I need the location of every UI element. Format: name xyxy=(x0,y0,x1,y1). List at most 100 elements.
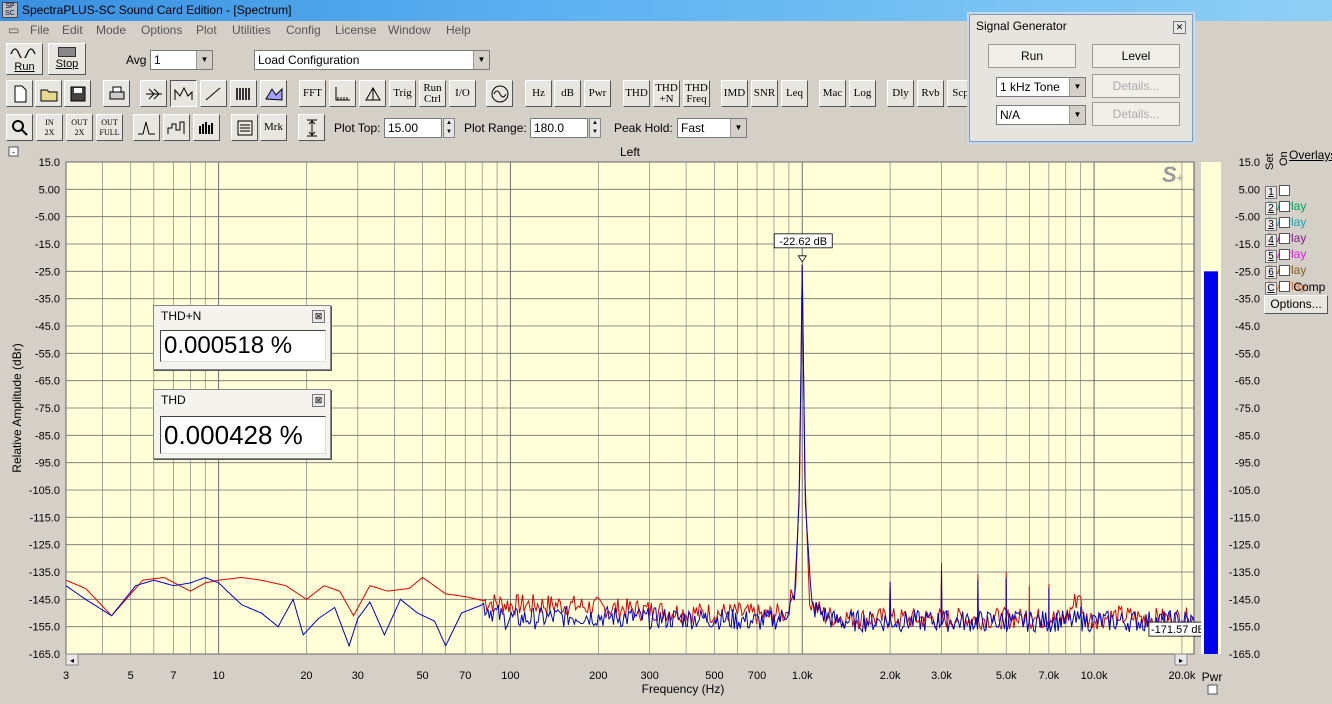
run-button[interactable]: Run xyxy=(6,43,43,75)
log-button[interactable]: Log xyxy=(849,80,876,107)
x-tick-label: 200 xyxy=(589,670,607,682)
overlay-checkbox[interactable] xyxy=(1279,217,1290,228)
y-tick-label: -105.0 xyxy=(29,485,60,497)
vertical-scale-icon[interactable] xyxy=(298,114,325,141)
delay-button[interactable]: Dly xyxy=(887,80,914,107)
list-view-icon[interactable] xyxy=(231,114,258,141)
menu-config[interactable]: Config xyxy=(286,23,321,37)
close-icon[interactable]: ✕ xyxy=(1173,21,1186,34)
overlay-set-button[interactable]: 5 xyxy=(1265,250,1277,263)
signal-generator-title: Signal Generator xyxy=(976,19,1067,33)
overlay-row-2[interactable]: 2 Overlay xyxy=(1265,200,1332,229)
spectrum-view: - 15.0 5.00 -5.00 -15.0 -25.0 -35.0 -45.0 -55.0… xyxy=(0,144,1332,704)
pwr-collapse-box[interactable] xyxy=(1207,684,1218,695)
pwr-button[interactable]: Pwr xyxy=(584,80,611,107)
open-folder-icon[interactable] xyxy=(35,80,62,107)
zoom-out-2x-button[interactable]: OUT 2X xyxy=(66,114,93,141)
overlay-checkbox[interactable] xyxy=(1279,185,1290,196)
spectrum-mode-icon[interactable] xyxy=(170,80,197,107)
save-disk-icon[interactable] xyxy=(64,80,91,107)
menu-license[interactable]: License xyxy=(335,23,376,37)
app-icon[interactable]: SP SC xyxy=(2,2,18,18)
spectrogram-icon[interactable] xyxy=(230,80,257,107)
printer-icon[interactable] xyxy=(103,80,130,107)
leq-button[interactable]: Leq xyxy=(781,80,808,107)
overlay-checkbox[interactable] xyxy=(1279,249,1290,260)
weighting-icon[interactable] xyxy=(359,80,386,107)
fft-button[interactable]: FFT xyxy=(299,80,326,107)
overlay-checkbox[interactable] xyxy=(1279,233,1290,244)
bars-view-icon[interactable] xyxy=(193,114,220,141)
overlay-checkbox[interactable] xyxy=(1279,201,1290,212)
time-series-icon[interactable] xyxy=(200,80,227,107)
magnifier-icon[interactable] xyxy=(6,114,33,141)
overlay-row-3[interactable]: 3 Overlay xyxy=(1265,216,1332,245)
peak-hold-select[interactable]: Fast ▼ xyxy=(677,118,747,138)
plot-range-input[interactable]: 180.0 xyxy=(530,118,588,138)
overlay-set-button[interactable]: C xyxy=(1265,282,1277,295)
3d-surface-icon[interactable] xyxy=(260,80,287,107)
overlay-checkbox[interactable] xyxy=(1279,281,1290,292)
thdn-button[interactable]: THD +N xyxy=(653,80,680,107)
io-button[interactable]: I/O xyxy=(449,80,476,107)
avg-select[interactable]: 1 ▼ xyxy=(150,50,213,70)
trigger-button[interactable]: Trig xyxy=(389,80,416,107)
reverb-button[interactable]: Rvb xyxy=(917,80,944,107)
menu-utilities[interactable]: Utilities xyxy=(232,23,271,37)
thdn-readout-window[interactable]: THD+N ⊠ 0.000518 % xyxy=(153,305,331,370)
db-button[interactable]: dB xyxy=(554,80,581,107)
new-file-icon[interactable] xyxy=(6,80,33,107)
run-control-button[interactable]: Run Ctrl xyxy=(419,80,446,107)
zoom-out-full-button[interactable]: OUT FULL xyxy=(96,114,123,141)
menu-mode[interactable]: Mode xyxy=(96,23,126,37)
mac-button[interactable]: Mac xyxy=(819,80,846,107)
scale-icon[interactable] xyxy=(329,80,356,107)
imd-button[interactable]: IMD xyxy=(721,80,748,107)
hz-button[interactable]: Hz xyxy=(525,80,552,107)
configuration-select[interactable]: Load Configuration ▼ xyxy=(254,50,490,70)
signal-generator-window[interactable]: Signal Generator ✕ Run Level 1 kHz Tone ▼… xyxy=(969,14,1193,142)
plot-top-input[interactable]: 15.00 xyxy=(384,118,442,138)
overlay-row-1[interactable]: 1 Overlay xyxy=(1265,184,1332,213)
menu-window[interactable]: Window xyxy=(388,23,431,37)
siggen-run-button[interactable]: Run xyxy=(988,44,1076,68)
overlay-set-button[interactable]: 4 xyxy=(1265,234,1277,247)
close-icon[interactable]: ⊠ xyxy=(312,310,325,323)
signal-generator-icon[interactable] xyxy=(486,80,513,107)
snr-button[interactable]: SNR xyxy=(751,80,778,107)
menu-help[interactable]: Help xyxy=(446,23,471,37)
siggen-details-button-1[interactable]: Details... xyxy=(1092,74,1180,98)
thd-button[interactable]: THD xyxy=(623,80,650,107)
marker-button[interactable]: Mrk xyxy=(260,114,287,141)
overlay-checkbox[interactable] xyxy=(1279,265,1290,276)
app-menu-icon[interactable]: ▭ xyxy=(8,23,19,37)
menu-file[interactable]: File xyxy=(30,23,49,37)
thd-freq-button[interactable]: THD Freq xyxy=(683,80,710,107)
menu-edit[interactable]: Edit xyxy=(62,23,83,37)
menu-plot[interactable]: Plot xyxy=(196,23,217,37)
overlay-set-button[interactable]: 2 xyxy=(1265,202,1277,215)
siggen-level-button[interactable]: Level xyxy=(1092,44,1180,68)
siggen-tone-select[interactable]: 1 kHz Tone ▼ xyxy=(996,77,1086,97)
plot-top-spinner[interactable]: ▲ ▼ xyxy=(443,118,455,138)
signal-forward-icon[interactable] xyxy=(140,80,167,107)
overlay-options-button[interactable]: Options... xyxy=(1264,295,1328,314)
overlay-row-C[interactable]: C Comp xyxy=(1265,280,1325,296)
close-icon[interactable]: ⊠ xyxy=(312,394,325,407)
overlay-row-4[interactable]: 4 Overlay xyxy=(1265,232,1332,261)
overlays-header: Overlays xyxy=(1289,148,1332,162)
overlay-row-6[interactable]: 6 Overlay xyxy=(1265,264,1332,293)
plot-range-spinner[interactable]: ▲ ▼ xyxy=(589,118,601,138)
zoom-in-2x-button[interactable]: IN 2X xyxy=(36,114,63,141)
overlay-set-button[interactable]: 3 xyxy=(1265,218,1277,231)
stop-button[interactable]: Stop xyxy=(48,43,86,75)
thd-readout-window[interactable]: THD ⊠ 0.000428 % xyxy=(153,389,331,459)
siggen-second-select[interactable]: N/A ▼ xyxy=(996,105,1086,125)
menu-options[interactable]: Options xyxy=(141,23,182,37)
siggen-details-button-2[interactable]: Details... xyxy=(1092,102,1180,126)
peak-view-icon[interactable] xyxy=(133,114,160,141)
overlay-set-button[interactable]: 1 xyxy=(1265,186,1277,199)
overlay-row-5[interactable]: 5 Overlay xyxy=(1265,248,1332,277)
octave-view-icon[interactable] xyxy=(163,114,190,141)
overlay-set-button[interactable]: 6 xyxy=(1265,266,1277,279)
